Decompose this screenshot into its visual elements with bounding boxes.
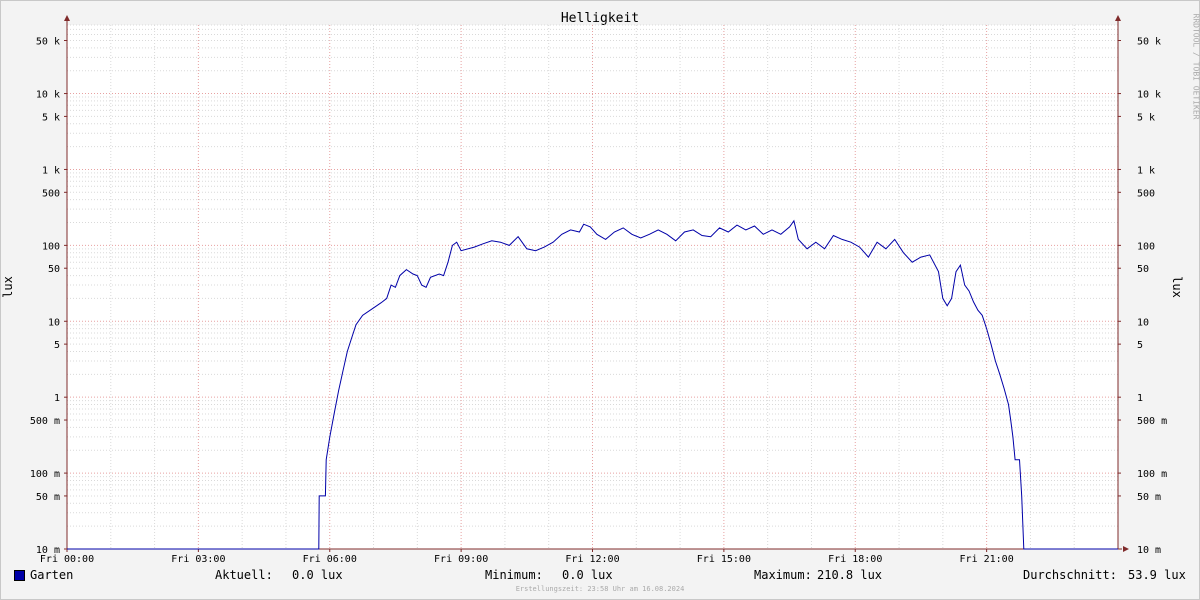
y-tick-label-right: 5	[1137, 340, 1143, 351]
y-tick-label-left: 500 m	[30, 416, 60, 427]
y-axis-label-left: lux	[0, 276, 15, 298]
y-tick-label-right: 500	[1137, 188, 1155, 199]
x-tick-label: Fri 12:00	[565, 554, 619, 565]
legend-min-value: 0.0 lux	[562, 568, 613, 582]
y-tick-label-left: 100 m	[30, 469, 60, 480]
y-tick-label-left: 10 k	[36, 90, 60, 101]
y-tick-label-right: 50 m	[1137, 492, 1161, 503]
y-tick-label-right: 500 m	[1137, 416, 1167, 427]
y-tick-label-right: 10 k	[1137, 90, 1161, 101]
y-tick-label-right: 50	[1137, 264, 1149, 275]
footer-timestamp: Erstellungszeit: 23:58 Uhr am 16.08.2024	[515, 585, 685, 593]
y-tick-label-right: 10 m	[1137, 545, 1161, 556]
y-tick-label-right: 1 k	[1137, 165, 1155, 176]
legend-max-label: Maximum:	[754, 568, 812, 582]
x-axis-arrow	[1123, 546, 1129, 552]
y-tick-label-left: 50 k	[36, 36, 60, 47]
y-axis-arrow-left	[64, 15, 70, 21]
legend-avg-value: 53.9 lux	[1128, 568, 1186, 582]
y-axis-label-right: lux	[1169, 276, 1184, 298]
legend-swatch	[14, 570, 25, 581]
y-axis-arrow-right	[1115, 15, 1121, 21]
x-tick-label: Fri 03:00	[171, 554, 225, 565]
y-tick-label-left: 5 k	[42, 112, 60, 123]
y-tick-label-right: 100 m	[1137, 469, 1167, 480]
x-tick-label: Fri 21:00	[960, 554, 1014, 565]
chart-svg: Fri 00:00 Fri 03:00 Fri 06:00 Fri 09:00 Fri …	[30, 15, 1167, 565]
y-tick-label-left: 100	[42, 241, 60, 252]
y-tick-label-right: 100	[1137, 241, 1155, 252]
y-tick-label-left: 50 m	[36, 492, 60, 503]
y-tick-label-left: 5	[54, 340, 60, 351]
x-tick-label: Fri 09:00	[434, 554, 488, 565]
y-tick-label-left: 50	[48, 264, 60, 275]
legend-current-value: 0.0 lux	[292, 568, 343, 582]
legend-series-name: Garten	[30, 568, 74, 582]
legend-max-value: 210.8 lux	[817, 568, 883, 582]
y-tick-label-right: 50 k	[1137, 36, 1161, 47]
y-tick-label-right: 10	[1137, 317, 1149, 328]
y-tick-label-right: 1	[1137, 393, 1143, 404]
y-tick-label-left: 10	[48, 317, 60, 328]
y-tick-label-left: 1	[54, 393, 60, 404]
y-tick-label-right: 5 k	[1137, 112, 1155, 123]
y-tick-label-left: 1 k	[42, 165, 60, 176]
x-tick-label: Fri 06:00	[303, 554, 357, 565]
legend-min-label: Minimum:	[485, 568, 543, 582]
x-tick-label: Fri 15:00	[697, 554, 751, 565]
watermark: RRDTOOL / TOBI OETIKER	[1191, 13, 1200, 120]
y-tick-label-left: 10 m	[36, 545, 60, 556]
legend-avg-label: Durchschnitt:	[1023, 568, 1117, 582]
x-tick-label: Fri 18:00	[828, 554, 882, 565]
y-tick-label-left: 500	[42, 188, 60, 199]
legend-current-label: Aktuell:	[215, 568, 273, 582]
